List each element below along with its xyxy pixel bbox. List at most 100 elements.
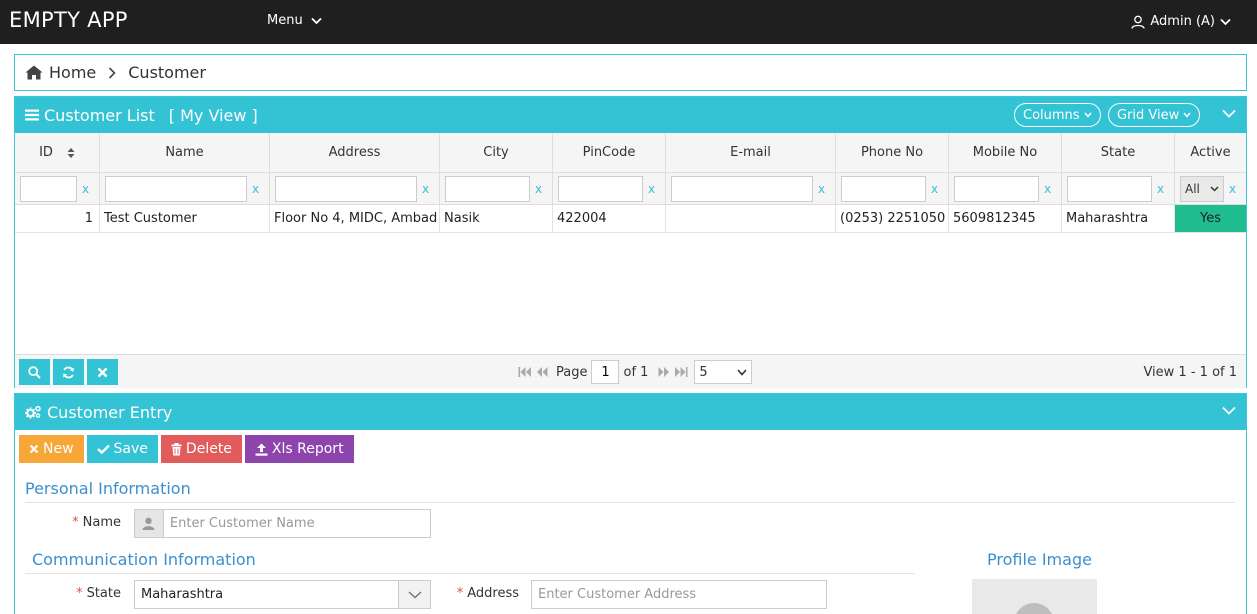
- cell-email: [666, 205, 836, 232]
- refresh-icon: [63, 366, 74, 378]
- last-page-icon[interactable]: [674, 366, 688, 378]
- header-mobile[interactable]: Mobile No: [949, 133, 1062, 172]
- avatar-placeholder-icon: [1016, 603, 1052, 614]
- filter-mobile-input[interactable]: [954, 175, 1039, 202]
- header-pincode[interactable]: PinCode: [553, 133, 666, 172]
- xls-report-button[interactable]: Xls Report: [244, 435, 354, 463]
- cell-state: Maharashtra: [1062, 205, 1175, 232]
- filter-email-input[interactable]: [671, 175, 813, 202]
- clear-filter-city[interactable]: x: [535, 182, 542, 196]
- chevron-down-icon: [1220, 18, 1231, 25]
- cell-name: Test Customer: [100, 205, 270, 232]
- personal-info-title: Personal Information: [25, 479, 191, 498]
- header-id[interactable]: ID: [15, 133, 100, 172]
- delete-button-label: Delete: [185, 441, 232, 457]
- search-button[interactable]: [19, 359, 50, 385]
- xls-report-label: Xls Report: [271, 441, 344, 457]
- menu-label: Menu: [267, 13, 303, 28]
- delete-button[interactable]: Delete: [160, 435, 242, 463]
- clear-filter-mobile[interactable]: x: [1044, 182, 1051, 196]
- columns-button[interactable]: Columns: [1014, 103, 1101, 127]
- header-active[interactable]: Active: [1175, 133, 1246, 172]
- profile-image[interactable]: [972, 579, 1097, 614]
- filter-active-value: All: [1185, 181, 1200, 196]
- refresh-button[interactable]: [53, 359, 84, 385]
- filter-city-input[interactable]: [445, 175, 530, 202]
- table-row[interactable]: 1 Test Customer Floor No 4, MIDC, Ambad …: [15, 205, 1246, 233]
- my-view-link[interactable]: [ My View ]: [169, 106, 258, 125]
- filter-id-input[interactable]: [20, 175, 77, 202]
- chevron-down-icon: [1210, 185, 1219, 192]
- breadcrumb: Home Customer: [14, 54, 1247, 91]
- check-icon: [96, 444, 110, 454]
- header-name[interactable]: Name: [100, 133, 270, 172]
- clear-filter-phone[interactable]: x: [931, 182, 938, 196]
- user-icon: [135, 510, 164, 537]
- trash-icon: [171, 442, 182, 455]
- clear-filter-state[interactable]: x: [1157, 182, 1164, 196]
- chevron-down-icon: [1083, 112, 1092, 118]
- cell-address: Floor No 4, MIDC, Ambad: [270, 205, 440, 232]
- menu-dropdown[interactable]: Menu: [267, 13, 322, 28]
- page-size-select[interactable]: 5: [694, 360, 753, 384]
- prev-page-icon[interactable]: [536, 366, 548, 378]
- home-icon: [25, 65, 43, 80]
- upload-icon: [255, 443, 268, 456]
- state-value: Maharashtra: [141, 587, 224, 602]
- columns-label: Columns: [1023, 107, 1080, 123]
- new-button-label: New: [43, 441, 74, 457]
- customer-list-header: Customer List [ My View ] Columns Grid V…: [15, 97, 1246, 133]
- new-button[interactable]: New: [19, 435, 84, 463]
- grid-view-button[interactable]: Grid View: [1108, 103, 1201, 127]
- profile-image-title: Profile Image: [987, 550, 1092, 569]
- breadcrumb-current: Customer: [128, 63, 206, 82]
- page-size-value: 5: [699, 364, 708, 380]
- customer-name-input[interactable]: [163, 510, 430, 537]
- cell-active-badge: Yes: [1175, 205, 1246, 232]
- next-page-icon[interactable]: [658, 366, 670, 378]
- collapse-icon[interactable]: [1222, 109, 1236, 118]
- chevron-down-icon: [737, 368, 748, 376]
- chevron-down-icon: [398, 581, 430, 608]
- collapse-icon[interactable]: [1222, 406, 1236, 415]
- cell-mobile: 5609812345: [949, 205, 1062, 232]
- filter-phone-input[interactable]: [841, 175, 926, 202]
- user-menu[interactable]: Admin (A): [1131, 14, 1231, 29]
- filter-pincode-input[interactable]: [558, 175, 643, 202]
- view-records-info: View 1 - 1 of 1: [1143, 365, 1237, 380]
- cell-city: Nasik: [440, 205, 553, 232]
- app-title[interactable]: EMPTY APP: [9, 8, 128, 32]
- header-state[interactable]: State: [1062, 133, 1175, 172]
- clear-filter-pincode[interactable]: x: [648, 182, 655, 196]
- header-phone[interactable]: Phone No: [836, 133, 949, 172]
- header-address[interactable]: Address: [270, 133, 440, 172]
- customer-address-input[interactable]: [532, 581, 826, 608]
- save-button[interactable]: Save: [86, 435, 158, 463]
- header-city[interactable]: City: [440, 133, 553, 172]
- filter-active-select[interactable]: All: [1180, 175, 1224, 202]
- divider: [25, 502, 1235, 503]
- clear-filter-name[interactable]: x: [252, 182, 259, 196]
- clear-filter-email[interactable]: x: [818, 182, 825, 196]
- filter-state-input[interactable]: [1067, 175, 1152, 202]
- grid-filter-row: x x x x x x x x x All x: [15, 173, 1246, 205]
- header-email[interactable]: E-mail: [666, 133, 836, 172]
- filter-name-input[interactable]: [105, 175, 247, 202]
- breadcrumb-home[interactable]: Home: [25, 63, 96, 82]
- gears-icon: [25, 405, 41, 419]
- address-field: [531, 580, 827, 609]
- list-icon: [25, 109, 39, 121]
- page-input[interactable]: [591, 360, 620, 384]
- filter-address-input[interactable]: [275, 175, 417, 202]
- state-select[interactable]: Maharashtra: [134, 580, 431, 609]
- clear-filter-active[interactable]: x: [1229, 182, 1236, 196]
- first-page-icon[interactable]: [518, 366, 532, 378]
- clear-button[interactable]: [87, 359, 118, 385]
- entry-toolbar: New Save Delete Xls Report: [19, 435, 354, 463]
- name-label: * Name: [72, 515, 121, 530]
- customer-grid: ID Name Address City PinCode E-mail Phon…: [15, 133, 1246, 233]
- top-navbar: EMPTY APP Menu Admin (A): [0, 0, 1257, 44]
- clear-filter-address[interactable]: x: [422, 182, 429, 196]
- clear-filter-id[interactable]: x: [82, 182, 89, 196]
- panel-title: Customer Entry: [47, 402, 173, 422]
